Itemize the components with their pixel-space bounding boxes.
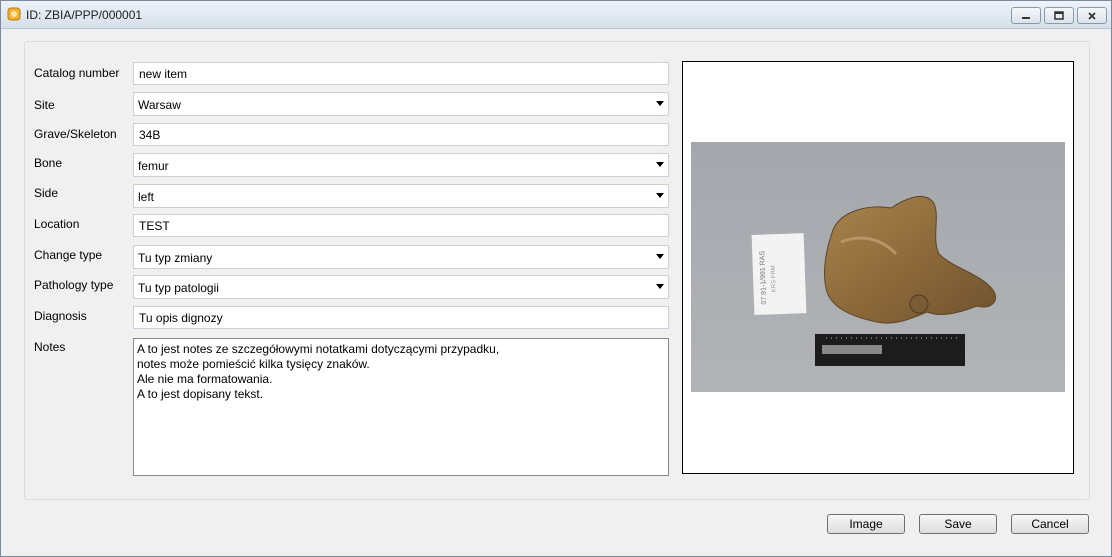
close-icon: [1088, 11, 1096, 20]
diagnosis-label: Diagnosis: [34, 309, 87, 323]
title-bar[interactable]: ID: ZBIA/PPP/000001: [1, 1, 1111, 29]
site-label: Site: [34, 98, 55, 112]
chevron-down-icon: [656, 101, 664, 106]
close-button[interactable]: [1077, 7, 1107, 24]
grave-skeleton-label: Grave/Skeleton: [34, 127, 117, 141]
minimize-icon: [1022, 16, 1030, 19]
notes-label: Notes: [34, 340, 66, 354]
bone-select[interactable]: femur: [133, 153, 669, 177]
chevron-down-icon: [656, 162, 664, 167]
catalog-number-field[interactable]: new item: [133, 62, 669, 85]
diagnosis-field[interactable]: Tu opis dignozy: [133, 306, 669, 329]
maximize-icon: [1054, 11, 1064, 20]
maximize-button[interactable]: [1044, 7, 1074, 24]
location-field[interactable]: TEST: [133, 214, 669, 237]
window-title: ID: ZBIA/PPP/000001: [26, 8, 143, 22]
record-window: ID: ZBIA/PPP/000001 Catalog number new i…: [0, 0, 1112, 557]
notes-textarea[interactable]: A to jest notes ze szczegółowymi notatka…: [133, 338, 669, 476]
svg-text:KRS FRM: KRS FRM: [771, 265, 778, 292]
chevron-down-icon: [656, 193, 664, 198]
bone-label: Bone: [34, 156, 63, 170]
change-type-label: Change type: [34, 248, 103, 262]
minimize-button[interactable]: [1011, 7, 1041, 24]
chevron-down-icon: [656, 254, 664, 259]
bone-photo: 07.91-1/991 RAS KRS FRM: [691, 142, 1065, 392]
site-select-value: Warsaw: [138, 98, 181, 112]
change-type-select[interactable]: Tu typ zmiany: [133, 245, 669, 269]
change-type-select-value: Tu typ zmiany: [138, 251, 213, 265]
image-button[interactable]: Image: [827, 514, 905, 534]
side-select-value: left: [138, 190, 155, 204]
side-label: Side: [34, 186, 59, 200]
app-icon: [7, 7, 21, 21]
chevron-down-icon: [656, 284, 664, 289]
pathology-type-label: Pathology type: [34, 278, 114, 292]
cancel-button[interactable]: Cancel: [1011, 514, 1089, 534]
save-button[interactable]: Save: [919, 514, 997, 534]
bone-select-value: femur: [138, 159, 169, 173]
grave-skeleton-field[interactable]: 34B: [133, 123, 669, 146]
pathology-type-select[interactable]: Tu typ patologii: [133, 275, 669, 299]
site-select[interactable]: Warsaw: [133, 92, 669, 116]
location-label: Location: [34, 217, 80, 231]
side-select[interactable]: left: [133, 184, 669, 208]
pathology-type-select-value: Tu typ patologii: [138, 281, 219, 295]
catalog-number-label: Catalog number: [34, 66, 120, 80]
